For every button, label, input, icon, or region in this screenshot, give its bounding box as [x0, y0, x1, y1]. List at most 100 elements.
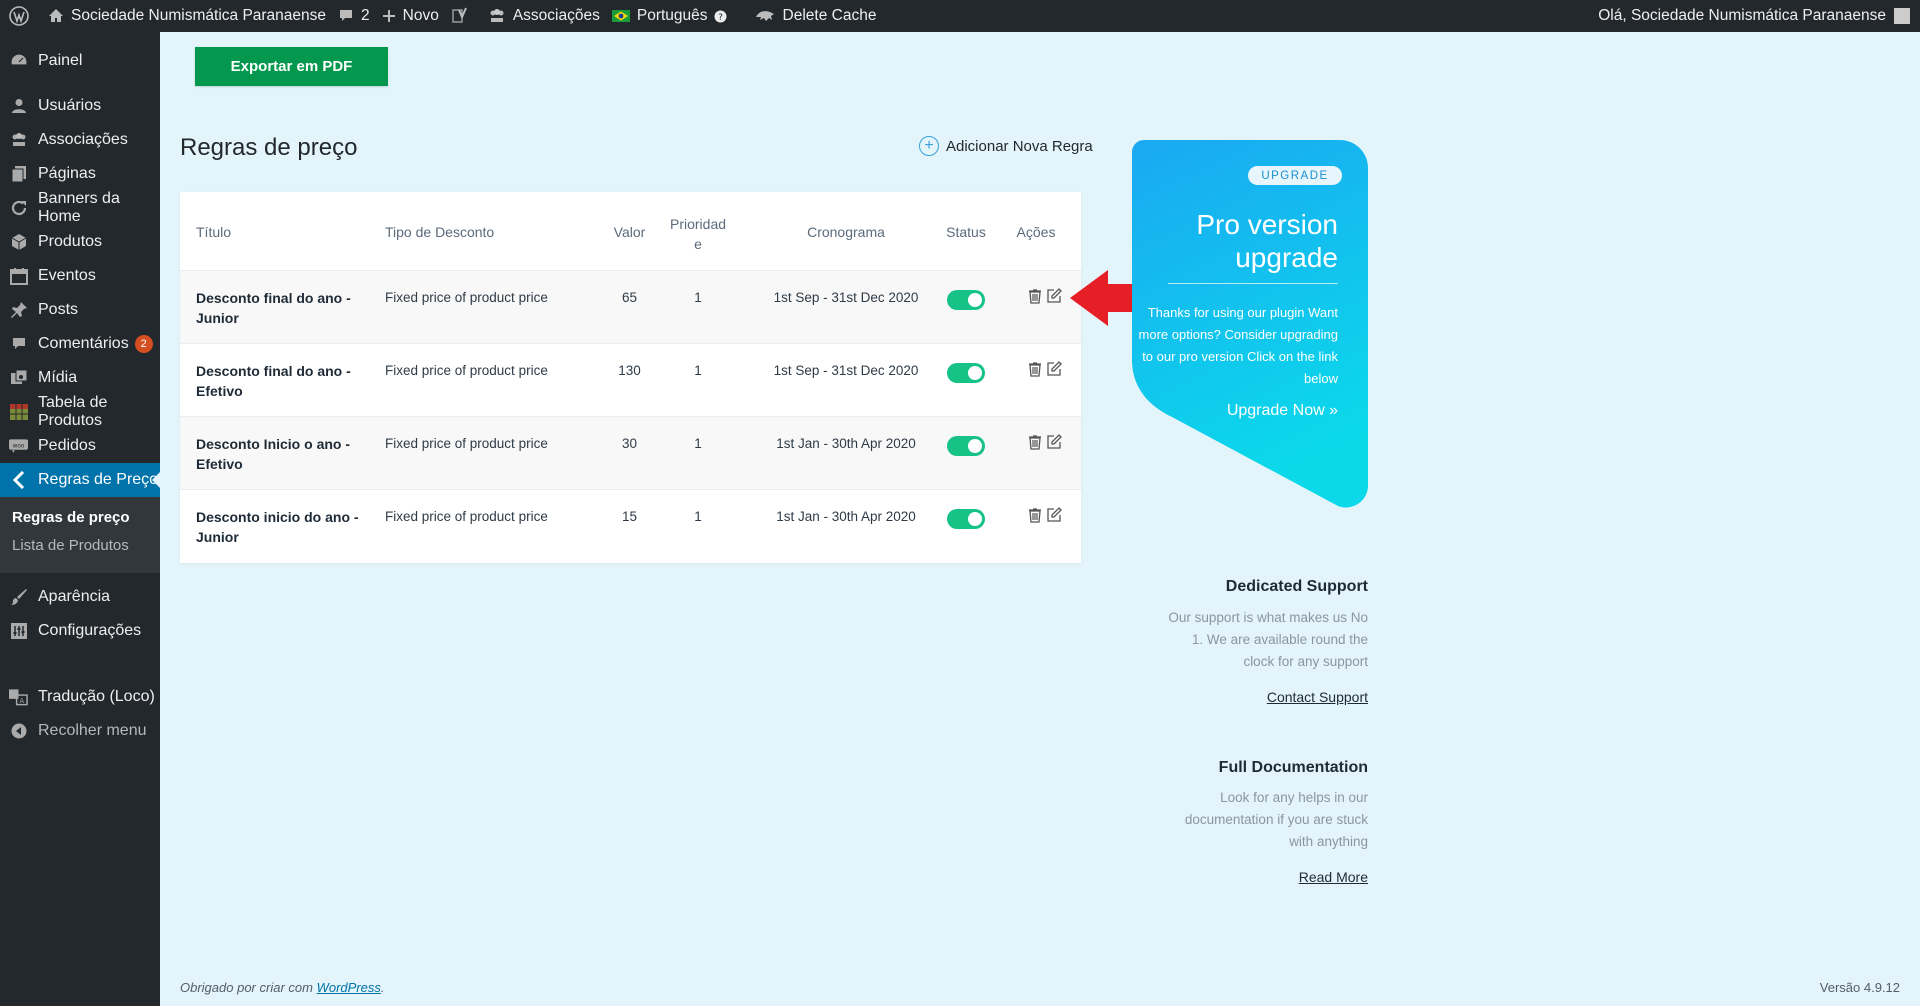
edit-icon[interactable]	[1046, 361, 1062, 377]
rule-value: 130	[618, 363, 641, 378]
upgrade-now-link[interactable]: Upgrade Now »	[1227, 402, 1338, 420]
chevron-left-icon	[9, 471, 28, 490]
rule-priority: 1	[694, 363, 702, 378]
comments-link[interactable]: 2	[338, 0, 382, 32]
sidebar-item-associacoes[interactable]: Associações	[0, 123, 160, 157]
rule-priority: 1	[694, 436, 702, 451]
sidebar-item-midia[interactable]: Mídia	[0, 361, 160, 395]
sidebar-item-label: Comentários	[38, 335, 129, 352]
delete-cache-link[interactable]: Delete Cache	[746, 0, 889, 32]
comments-count: 2	[361, 7, 370, 24]
edit-icon[interactable]	[1046, 507, 1062, 523]
associations-link[interactable]: Associações	[488, 0, 612, 32]
wordpress-link[interactable]: WordPress	[317, 980, 381, 995]
trash-icon[interactable]	[1027, 361, 1043, 377]
column-header-actions: Ações	[1016, 224, 1056, 240]
yoast-seo-link[interactable]	[451, 0, 488, 32]
add-rule-label: Adicionar Nova Regra	[946, 137, 1093, 155]
sidebar-item-regras-preco[interactable]: Regras de Preço	[0, 463, 160, 497]
sidebar-item-pedidos[interactable]: woo Pedidos	[0, 429, 160, 463]
plus-icon	[382, 10, 395, 22]
upgrade-description: Thanks for using our plugin Want more op…	[1138, 305, 1338, 386]
sidebar-item-label: Usuários	[38, 97, 102, 114]
svg-text:A: A	[20, 697, 25, 705]
footer-thanks-text: Obrigado por criar com	[180, 980, 313, 995]
trash-icon[interactable]	[1027, 288, 1043, 304]
sidebar-item-label: Configurações	[38, 622, 142, 639]
edit-icon[interactable]	[1046, 434, 1062, 450]
contact-support-link[interactable]: Contact Support	[1267, 689, 1368, 705]
sidebar-item-comentarios[interactable]: Comentários 2	[0, 327, 160, 361]
comment-icon	[340, 10, 353, 21]
sidebar-item-paginas[interactable]: Páginas	[0, 157, 160, 191]
pin-icon	[9, 301, 28, 320]
edit-icon[interactable]	[1046, 288, 1062, 304]
trash-icon[interactable]	[1027, 434, 1043, 450]
media-icon	[9, 369, 28, 388]
submenu-item-lista-produtos[interactable]: Lista de Produtos	[12, 537, 129, 554]
sidebar-item-usuarios[interactable]: Usuários	[0, 89, 160, 123]
sidebar-item-configuracoes[interactable]: Configurações	[0, 614, 160, 648]
status-toggle[interactable]	[947, 363, 985, 383]
rule-discount-type: Fixed price of product price	[385, 363, 548, 378]
rule-value: 30	[621, 436, 638, 451]
trash-icon[interactable]	[1027, 507, 1043, 523]
sidebar-item-label: Painel	[38, 52, 83, 69]
collapse-menu-button[interactable]: Recolher menu	[0, 714, 160, 748]
avatar	[1894, 8, 1910, 24]
cheetah-icon	[755, 11, 774, 21]
sidebar-item-eventos[interactable]: Eventos	[0, 259, 160, 293]
svg-text:?: ?	[718, 13, 723, 23]
admin-sidebar: Painel Usuários Associações Páginas Bann…	[0, 32, 160, 1006]
settings-icon	[9, 622, 28, 641]
rule-schedule: 1st Jan - 30th Apr 2020	[776, 436, 916, 451]
status-toggle[interactable]	[947, 290, 985, 310]
new-label: Novo	[402, 7, 439, 24]
rule-title: Desconto Inicio o ano - Efetivo	[196, 436, 351, 472]
rule-discount-type: Fixed price of product price	[385, 290, 548, 305]
yoast-icon	[452, 7, 467, 23]
divider	[1168, 283, 1338, 284]
sidebar-item-traducao[interactable]: A Tradução (Loco)	[0, 680, 160, 714]
groups-icon	[490, 9, 504, 22]
sidebar-item-banners[interactable]: Banners da Home	[0, 190, 160, 225]
sidebar-item-label: Aparência	[38, 588, 111, 605]
sidebar-item-label: Regras de Preço	[38, 471, 159, 488]
rule-discount-type: Fixed price of product price	[385, 509, 548, 524]
language-switcher[interactable]: Português ?	[611, 0, 746, 32]
collapse-icon	[9, 722, 28, 741]
rule-discount-type: Fixed price of product price	[385, 436, 548, 451]
delete-cache-label: Delete Cache	[782, 7, 877, 24]
table-row: Desconto final do ano - Efetivo Fixed pr…	[180, 343, 1081, 416]
products-icon	[9, 233, 28, 252]
upgrade-title: Pro version upgrade	[1196, 209, 1338, 273]
rule-title: Desconto final do ano - Efetivo	[196, 363, 351, 399]
comments-badge: 2	[134, 335, 153, 353]
pricing-rules-table: Título Tipo de Desconto Valor Prioridad …	[180, 192, 1081, 563]
sidebar-item-aparencia[interactable]: Aparência	[0, 580, 160, 614]
sidebar-item-produtos[interactable]: Produtos	[0, 225, 160, 259]
read-more-link[interactable]: Read More	[1299, 869, 1368, 885]
add-new-rule-button[interactable]: + Adicionar Nova Regra	[919, 136, 1093, 156]
new-content-link[interactable]: Novo	[382, 0, 451, 32]
sidebar-item-posts[interactable]: Posts	[0, 293, 160, 327]
wordpress-logo-icon[interactable]	[0, 0, 48, 32]
rule-title: Desconto final do ano - Junior	[196, 290, 351, 326]
status-toggle[interactable]	[947, 509, 985, 529]
rule-schedule: 1st Jan - 30th Apr 2020	[776, 509, 916, 524]
upgrade-badge: UPGRADE	[1248, 166, 1342, 185]
sidebar-item-tabela-produtos[interactable]: Tabela de Produtos	[0, 394, 160, 429]
admin-bar: Sociedade Numismática Paranaense 2 Novo …	[0, 0, 1920, 32]
pages-icon	[9, 165, 28, 184]
sidebar-item-label: Posts	[38, 301, 79, 318]
site-name-link[interactable]: Sociedade Numismática Paranaense	[48, 0, 338, 32]
rule-schedule: 1st Sep - 31st Dec 2020	[773, 290, 919, 305]
submenu-item-regras[interactable]: Regras de preço	[12, 509, 130, 526]
submenu: Regras de preço Lista de Produtos	[0, 497, 160, 573]
my-account[interactable]: Olá, Sociedade Numismática Paranaense	[1598, 0, 1910, 32]
export-pdf-button[interactable]: Exportar em PDF	[195, 47, 388, 86]
associations-label: Associações	[512, 7, 600, 24]
translation-icon: A	[9, 688, 28, 707]
status-toggle[interactable]	[947, 436, 985, 456]
sidebar-item-painel[interactable]: Painel	[0, 44, 160, 78]
